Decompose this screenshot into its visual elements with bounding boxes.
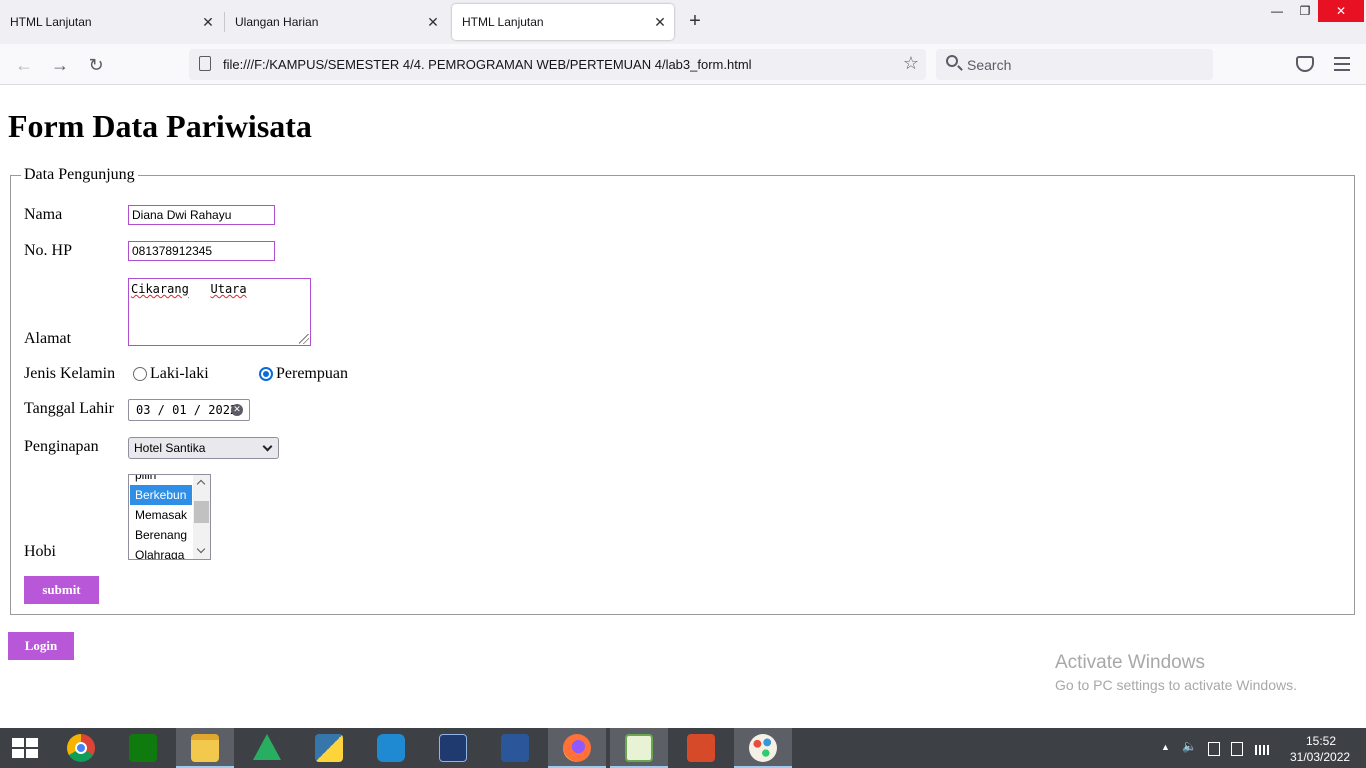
nama-label: Nama bbox=[24, 206, 63, 223]
tab-title: HTML Lanjutan bbox=[462, 15, 544, 29]
alamat-textarea[interactable]: Cikarang Utara bbox=[128, 278, 311, 346]
tab-html-lanjutan-active[interactable]: HTML Lanjutan ✕ bbox=[452, 4, 674, 40]
tab-html-lanjutan-1[interactable]: HTML Lanjutan ✕ bbox=[0, 4, 222, 40]
date-value: 03 / 01 / 2022 bbox=[136, 403, 238, 417]
signal-icon[interactable] bbox=[1255, 745, 1269, 755]
alamat-word: Utara bbox=[210, 282, 247, 296]
tray-overflow-icon[interactable]: ▲ bbox=[1161, 742, 1170, 752]
file-icon bbox=[199, 56, 211, 71]
page-content: Form Data Pariwisata Data Pengunjung Nam… bbox=[0, 86, 1366, 728]
browser-tab-bar: HTML Lanjutan ✕ Ulangan Harian ✕ HTML La… bbox=[0, 0, 1366, 44]
url-bar[interactable]: file:///F:/KAMPUS/SEMESTER 4/4. PEMROGRA… bbox=[189, 49, 926, 80]
listbox-scrollbar[interactable] bbox=[193, 475, 210, 559]
reload-button[interactable]: ↻ bbox=[83, 52, 109, 78]
tanggal-lahir-input[interactable]: 03 / 01 / 2022 ✕ bbox=[128, 399, 250, 421]
list-item-selected[interactable]: Berkebun bbox=[130, 485, 192, 505]
chevron-up-icon[interactable] bbox=[196, 479, 206, 489]
data-pengunjung-fieldset: Data Pengunjung bbox=[10, 166, 1355, 615]
penginapan-label: Penginapan bbox=[24, 438, 99, 455]
activate-windows-subtitle: Go to PC settings to activate Windows. bbox=[1055, 677, 1297, 693]
bookmark-star-icon[interactable]: ☆ bbox=[903, 53, 919, 74]
python-icon[interactable] bbox=[300, 728, 358, 768]
tanggal-lahir-label: Tanggal Lahir bbox=[24, 400, 114, 417]
page-title: Form Data Pariwisata bbox=[8, 108, 312, 144]
back-button[interactable]: ← bbox=[11, 52, 37, 78]
store-icon[interactable] bbox=[114, 728, 172, 768]
word-icon[interactable] bbox=[486, 728, 544, 768]
search-placeholder[interactable]: Search bbox=[967, 57, 1011, 73]
hobi-label: Hobi bbox=[24, 543, 56, 560]
radio-label-laki-laki[interactable]: Laki-laki bbox=[150, 365, 209, 383]
window-close-button[interactable]: ✕ bbox=[1318, 0, 1364, 22]
list-item[interactable]: pilih bbox=[130, 475, 192, 485]
search-icon bbox=[946, 55, 958, 67]
list-item[interactable]: Olahraga bbox=[130, 545, 192, 559]
file-explorer-icon[interactable] bbox=[176, 728, 234, 768]
forward-button[interactable]: → bbox=[47, 52, 73, 78]
close-icon[interactable]: ✕ bbox=[646, 14, 674, 31]
fieldset-legend: Data Pengunjung bbox=[24, 166, 135, 183]
battery-icon[interactable] bbox=[1231, 742, 1243, 756]
hamburger-menu-icon[interactable] bbox=[1334, 57, 1350, 71]
windows-start-icon[interactable] bbox=[12, 738, 38, 758]
login-button[interactable]: Login bbox=[8, 632, 74, 660]
hp-input[interactable]: 081378912345 bbox=[128, 241, 275, 261]
chevron-down-icon[interactable] bbox=[196, 544, 206, 554]
chevron-down-icon bbox=[262, 441, 273, 452]
list-item[interactable]: Berenang bbox=[130, 525, 192, 545]
clock-time[interactable]: 15:52 bbox=[1306, 734, 1336, 748]
network-icon[interactable] bbox=[1208, 742, 1220, 756]
close-icon[interactable]: ✕ bbox=[194, 14, 222, 31]
new-tab-button[interactable]: + bbox=[683, 9, 707, 33]
list-item[interactable]: Memasak bbox=[130, 505, 192, 525]
windows-taskbar: ▲ 🔈 15:52 31/03/2022 bbox=[0, 728, 1366, 768]
vscode-icon[interactable] bbox=[362, 728, 420, 768]
greenfoot-icon[interactable] bbox=[238, 728, 296, 768]
scroll-thumb[interactable] bbox=[194, 501, 209, 523]
clock-date[interactable]: 31/03/2022 bbox=[1290, 750, 1350, 764]
alamat-label: Alamat bbox=[24, 330, 72, 347]
tab-title: Ulangan Harian bbox=[235, 15, 319, 29]
close-icon[interactable]: ✕ bbox=[419, 14, 447, 31]
notepadpp-icon[interactable] bbox=[610, 728, 668, 768]
penginapan-select[interactable]: Hotel Santika bbox=[128, 437, 279, 459]
clear-icon[interactable]: ✕ bbox=[231, 404, 243, 416]
activate-windows-title: Activate Windows bbox=[1055, 652, 1205, 673]
pdf-icon[interactable] bbox=[672, 728, 730, 768]
search-bar[interactable]: Search bbox=[936, 49, 1213, 80]
alamat-space bbox=[196, 282, 203, 296]
radio-laki-laki[interactable] bbox=[133, 367, 147, 381]
select-value: Hotel Santika bbox=[134, 441, 206, 455]
alamat-word: Cikarang bbox=[131, 282, 189, 296]
chrome-icon[interactable] bbox=[52, 728, 110, 768]
pocket-icon[interactable] bbox=[1296, 56, 1314, 72]
submit-button[interactable]: submit bbox=[24, 576, 99, 604]
jenis-kelamin-label: Jenis Kelamin bbox=[24, 365, 116, 382]
hobi-listbox[interactable]: pilih Berkebun Memasak Berenang Olahraga bbox=[128, 474, 211, 560]
paint-icon[interactable] bbox=[734, 728, 792, 768]
nama-input[interactable]: Diana Dwi Rahayu bbox=[128, 205, 275, 225]
devcpp-icon[interactable] bbox=[424, 728, 482, 768]
tab-title: HTML Lanjutan bbox=[10, 15, 92, 29]
radio-label-perempuan[interactable]: Perempuan bbox=[276, 365, 348, 383]
radio-perempuan[interactable] bbox=[259, 367, 273, 381]
url-text[interactable]: file:///F:/KAMPUS/SEMESTER 4/4. PEMROGRA… bbox=[223, 57, 752, 72]
navigation-toolbar: ← → ↻ file:///F:/KAMPUS/SEMESTER 4/4. PE… bbox=[0, 44, 1366, 85]
tab-ulangan-harian[interactable]: Ulangan Harian ✕ bbox=[225, 4, 447, 40]
resize-grip-icon[interactable] bbox=[299, 334, 309, 344]
firefox-icon[interactable] bbox=[548, 728, 606, 768]
hp-label: No. HP bbox=[24, 242, 73, 259]
volume-icon[interactable]: 🔈 bbox=[1182, 739, 1197, 753]
